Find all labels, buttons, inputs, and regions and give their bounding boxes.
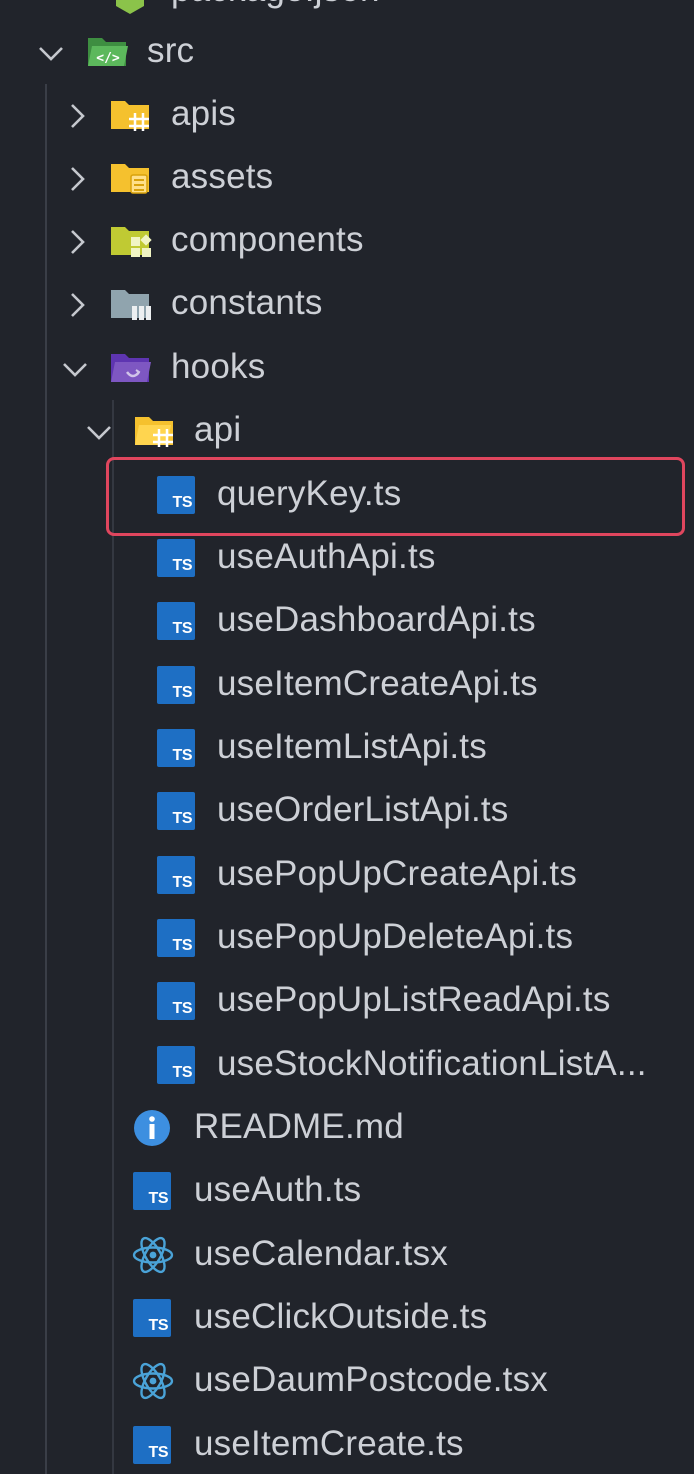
typescript-icon: TS	[157, 539, 195, 577]
tree-item-label: useAuthApi.ts	[217, 537, 436, 576]
nodejs-icon	[112, 0, 148, 16]
selection-highlight-box	[106, 457, 685, 536]
tree-file-use-auth-api[interactable]: TS useAuthApi.ts	[0, 527, 694, 590]
tree-item-label: package.json	[171, 0, 380, 10]
folder-components-icon	[109, 223, 153, 259]
tree-item-label: components	[171, 220, 364, 259]
tree-folder-apis[interactable]: apis	[0, 84, 694, 147]
tree-item-label: api	[194, 410, 242, 449]
tree-item-label: useOrderListApi.ts	[217, 790, 509, 829]
tree-item-label: useItemListApi.ts	[217, 727, 487, 766]
tree-item-label: apis	[171, 94, 237, 133]
folder-assets-icon	[109, 160, 153, 196]
tree-item-label: README.md	[194, 1107, 404, 1146]
tree-item-label: constants	[171, 283, 323, 322]
tree-folder-constants[interactable]: constants	[0, 273, 694, 336]
tree-file-use-click-outside[interactable]: TS useClickOutside.ts	[0, 1287, 694, 1350]
tree-file-use-auth[interactable]: TS useAuth.ts	[0, 1160, 694, 1223]
folder-api-open-icon	[133, 413, 177, 449]
typescript-icon: TS	[133, 1426, 171, 1464]
tree-folder-api[interactable]: api	[0, 400, 694, 463]
file-explorer-tree: package.json </> src	[0, 0, 694, 1474]
typescript-icon: TS	[157, 919, 195, 957]
tree-file-use-popup-list-read-api[interactable]: TS usePopUpListReadApi.ts	[0, 970, 694, 1033]
typescript-icon: TS	[157, 792, 195, 830]
typescript-icon: TS	[133, 1299, 171, 1337]
tree-item-label: useAuth.ts	[194, 1170, 362, 1209]
react-icon	[132, 1361, 174, 1401]
typescript-icon: TS	[157, 666, 195, 704]
tree-item-label: useDashboardApi.ts	[217, 600, 536, 639]
typescript-icon: TS	[133, 1172, 171, 1210]
tree-item-label: useItemCreateApi.ts	[217, 664, 538, 703]
chevron-down-icon	[60, 354, 90, 384]
tree-folder-assets[interactable]: assets	[0, 147, 694, 210]
tree-item-label: useItemCreate.ts	[194, 1424, 464, 1463]
tree-file-use-popup-create-api[interactable]: TS usePopUpCreateApi.ts	[0, 844, 694, 907]
tree-item-label: usePopUpCreateApi.ts	[217, 854, 578, 893]
tree-file-use-item-create[interactable]: TS useItemCreate.ts	[0, 1414, 694, 1474]
chevron-down-icon	[84, 417, 114, 447]
tree-item-label: useCalendar.tsx	[194, 1234, 448, 1273]
tree-file-use-item-create-api[interactable]: TS useItemCreateApi.ts	[0, 654, 694, 717]
folder-src-open-icon: </>	[86, 34, 130, 70]
folder-api-icon	[109, 97, 153, 133]
tree-file-use-stock-notification-list-api[interactable]: TS useStockNotificationListA...	[0, 1034, 694, 1097]
typescript-icon: TS	[157, 1046, 195, 1084]
tree-folder-hooks[interactable]: hooks	[0, 337, 694, 400]
typescript-icon: TS	[157, 856, 195, 894]
tree-item-label: useClickOutside.ts	[194, 1297, 488, 1336]
folder-constants-icon	[109, 286, 153, 322]
tree-file-use-daum-postcode[interactable]: useDaumPostcode.tsx	[0, 1350, 694, 1413]
svg-text:</>: </>	[96, 51, 120, 66]
typescript-icon: TS	[157, 729, 195, 767]
typescript-icon: TS	[157, 982, 195, 1020]
typescript-icon: TS	[157, 602, 195, 640]
tree-file-use-order-list-api[interactable]: TS useOrderListApi.ts	[0, 780, 694, 843]
tree-item-label: src	[147, 31, 195, 70]
tree-item-label: assets	[171, 157, 274, 196]
tree-item-label: hooks	[171, 347, 266, 386]
chevron-right-icon	[62, 227, 92, 257]
tree-file-use-dashboard-api[interactable]: TS useDashboardApi.ts	[0, 590, 694, 653]
tree-item-label: usePopUpListReadApi.ts	[217, 980, 611, 1019]
info-icon	[133, 1109, 171, 1147]
chevron-right-icon	[62, 101, 92, 131]
tree-file-readme[interactable]: README.md	[0, 1097, 694, 1160]
chevron-down-icon	[36, 38, 66, 68]
tree-file-use-calendar[interactable]: useCalendar.tsx	[0, 1224, 694, 1287]
tree-file-use-item-list-api[interactable]: TS useItemListApi.ts	[0, 717, 694, 780]
chevron-right-icon	[62, 164, 92, 194]
tree-file-use-popup-delete-api[interactable]: TS usePopUpDeleteApi.ts	[0, 907, 694, 970]
tree-item-package-json[interactable]: package.json	[0, 0, 694, 21]
tree-folder-components[interactable]: components	[0, 210, 694, 273]
tree-item-label: useStockNotificationListA...	[217, 1044, 647, 1083]
tree-folder-src[interactable]: </> src	[0, 21, 694, 84]
folder-hooks-open-icon	[109, 350, 153, 386]
tree-item-label: usePopUpDeleteApi.ts	[217, 917, 574, 956]
tree-item-label: useDaumPostcode.tsx	[194, 1360, 548, 1399]
chevron-right-icon	[62, 290, 92, 320]
react-icon	[132, 1235, 174, 1275]
